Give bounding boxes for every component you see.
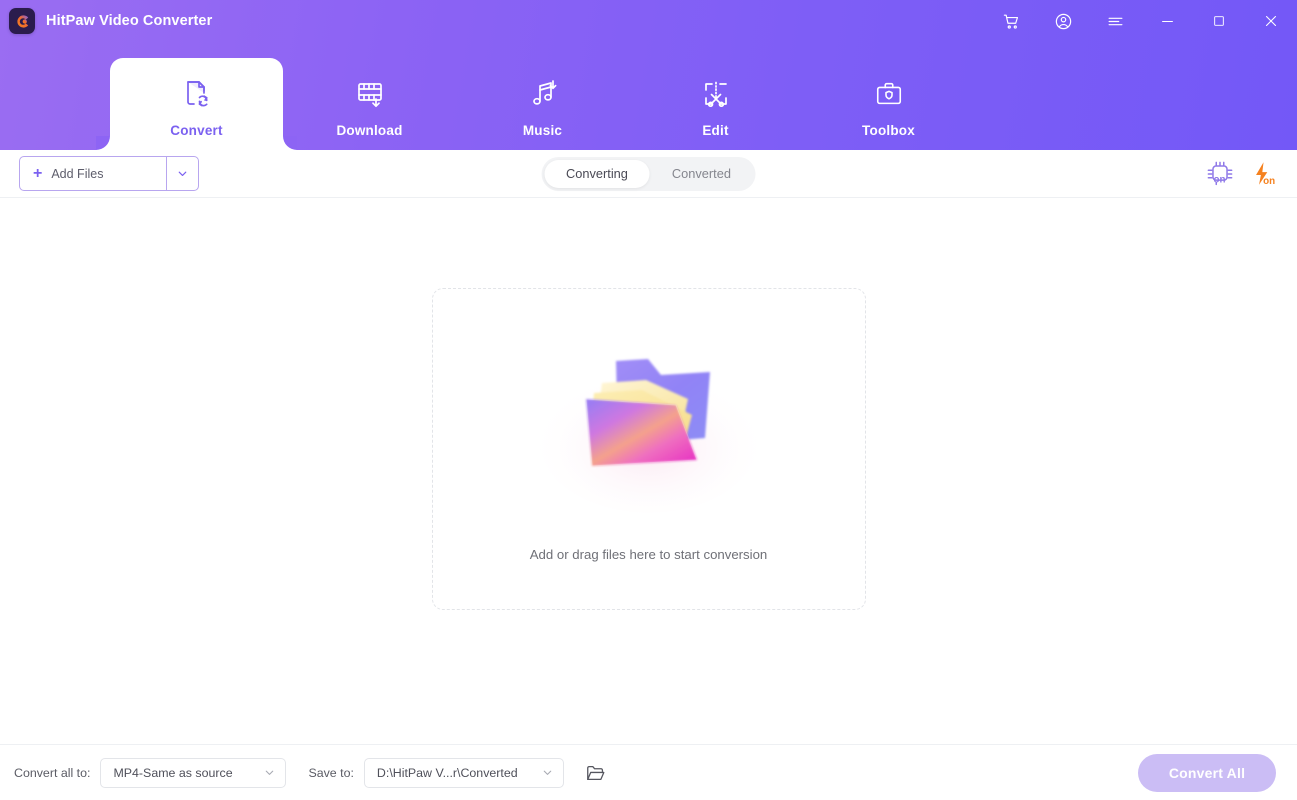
chevron-down-icon <box>263 766 276 779</box>
chevron-down-icon <box>178 171 187 176</box>
nav-tab-music[interactable]: Music <box>456 58 629 150</box>
toolbox-icon <box>874 74 904 114</box>
main-navigation: Convert Download Music Edit Toolbox <box>0 58 1297 150</box>
status-tabs: Converting Converted <box>541 156 756 191</box>
add-files-button[interactable]: + Add Files <box>20 157 166 190</box>
folder-illustration <box>524 333 774 519</box>
music-icon <box>527 74 559 114</box>
edit-icon <box>700 74 732 114</box>
hardware-acceleration-icon[interactable]: on <box>1205 159 1235 189</box>
nav-tab-download[interactable]: Download <box>283 58 456 150</box>
nav-tab-label: Toolbox <box>862 123 915 138</box>
minimize-icon[interactable] <box>1141 0 1193 42</box>
app-title: HitPaw Video Converter <box>46 13 213 29</box>
app-logo-icon <box>9 8 35 34</box>
lightning-boost-icon[interactable]: on <box>1249 159 1279 189</box>
dropzone-text: Add or drag files here to start conversi… <box>529 546 768 562</box>
main-content: Add or drag files here to start conversi… <box>0 198 1297 744</box>
add-files-label: Add Files <box>51 166 104 181</box>
app-window: HitPaw Video Converter Convert Download … <box>0 0 1297 800</box>
convert-all-to-label: Convert all to: <box>14 765 91 780</box>
open-folder-icon[interactable] <box>582 759 610 787</box>
cart-icon[interactable] <box>985 0 1037 42</box>
svg-text:on: on <box>1214 175 1226 186</box>
nav-tab-label: Music <box>522 123 563 138</box>
download-icon <box>354 74 386 114</box>
output-format-select[interactable]: MP4-Same as source <box>100 757 287 788</box>
maximize-icon[interactable] <box>1193 0 1245 42</box>
add-files-group: + Add Files <box>19 156 199 191</box>
nav-tab-label: Edit <box>702 123 729 138</box>
tab-converting[interactable]: Converting <box>544 159 650 188</box>
title-bar: HitPaw Video Converter <box>0 0 1297 42</box>
window-controls <box>985 0 1297 42</box>
save-to-label: Save to: <box>308 765 354 780</box>
chevron-down-icon <box>541 766 554 779</box>
account-icon[interactable] <box>1037 0 1089 42</box>
toolbar-status-icons: on on <box>1205 150 1279 198</box>
svg-text:on: on <box>1263 176 1275 187</box>
nav-tab-toolbox[interactable]: Toolbox <box>802 58 975 150</box>
file-dropzone[interactable]: Add or drag files here to start conversi… <box>431 288 866 610</box>
nav-tab-edit[interactable]: Edit <box>629 58 802 150</box>
add-files-dropdown-button[interactable] <box>166 157 198 190</box>
nav-tab-label: Convert <box>170 123 223 138</box>
output-format-value: MP4-Same as source <box>113 765 233 780</box>
close-icon[interactable] <box>1245 0 1297 42</box>
plus-icon: + <box>33 164 43 182</box>
nav-tab-label: Download <box>336 123 403 138</box>
menu-icon[interactable] <box>1089 0 1141 42</box>
convert-all-button[interactable]: Convert All <box>1138 753 1276 792</box>
tab-converted[interactable]: Converted <box>650 160 753 188</box>
save-path-select[interactable]: D:\HitPaw V...r\Converted <box>363 757 564 788</box>
save-path-value: D:\HitPaw V...r\Converted <box>376 765 518 780</box>
app-header: HitPaw Video Converter Convert Download … <box>0 0 1297 150</box>
nav-tab-convert[interactable]: Convert <box>110 58 283 150</box>
content-toolbar: + Add Files Converting Converted on on <box>0 150 1297 198</box>
convert-icon <box>180 74 214 114</box>
bottom-bar: Convert all to: MP4-Same as source Save … <box>0 744 1297 800</box>
